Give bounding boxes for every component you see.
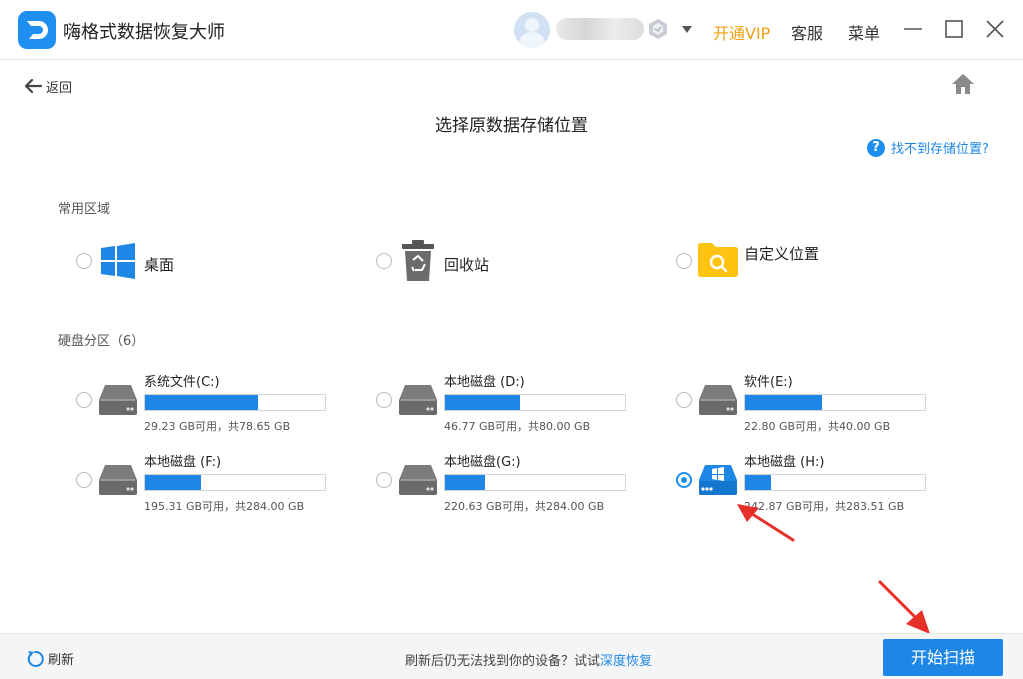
app-logo-icon: [18, 11, 56, 49]
help-link[interactable]: ? 找不到存储位置?: [867, 138, 989, 157]
drive-radio[interactable]: [376, 392, 392, 408]
drive-item[interactable]: 本地磁盘(G:) 220.63 GB可用，共284.00 GB: [376, 451, 656, 513]
recycle-bin-icon: [401, 240, 435, 286]
username-blurred[interactable]: [556, 18, 644, 40]
account-dropdown-icon[interactable]: [682, 26, 692, 33]
drive-name: 本地磁盘 (H:): [744, 455, 825, 470]
deep-recovery-link[interactable]: 深度恢复: [600, 654, 652, 669]
desktop-radio[interactable]: [76, 253, 92, 269]
drive-usage-bar: [744, 394, 926, 411]
drive-name: 本地磁盘 (D:): [444, 375, 525, 390]
footer-bar: 刷新 刷新后仍无法找到你的设备？试试深度恢复 开始扫描: [0, 633, 1023, 679]
drive-name: 本地磁盘 (F:): [144, 455, 222, 470]
minimize-icon[interactable]: [901, 17, 925, 41]
drive-radio[interactable]: [76, 472, 92, 488]
annotation-arrow-icon: [878, 580, 930, 634]
refresh-label: 刷新: [48, 653, 75, 668]
refresh-button[interactable]: 刷新: [26, 649, 74, 668]
customer-service-link[interactable]: 客服: [791, 20, 823, 44]
drive-size: 195.31 GB可用，共284.00 GB: [144, 500, 305, 513]
hard-drive-icon: [98, 384, 138, 420]
recycle-bin-radio[interactable]: [376, 253, 392, 269]
help-link-label: 找不到存储位置?: [891, 142, 989, 157]
drive-usage-fill: [745, 395, 823, 410]
drives-section-label: 硬盘分区（6）: [58, 334, 145, 349]
desktop-label[interactable]: 桌面: [144, 254, 174, 275]
drive-size: 46.77 GB可用，共80.00 GB: [444, 420, 591, 433]
drive-item[interactable]: 本地磁盘 (F:) 195.31 GB可用，共284.00 GB: [76, 451, 356, 513]
folder-search-icon: [697, 242, 739, 282]
drive-usage-fill: [445, 395, 520, 410]
common-section-label: 常用区域: [58, 202, 111, 217]
drive-item[interactable]: 系统文件(C:) 29.23 GB可用，共78.65 GB: [76, 371, 356, 433]
drive-usage-bar: [144, 474, 326, 491]
vip-level-badge-icon: [648, 18, 668, 44]
recycle-bin-label[interactable]: 回收站: [444, 254, 489, 275]
menu-link[interactable]: 菜单: [848, 20, 880, 44]
hard-drive-icon: [398, 464, 438, 500]
hard-drive-icon: [98, 464, 138, 500]
drive-size: 220.63 GB可用，共284.00 GB: [444, 500, 605, 513]
drive-name: 软件(E:): [744, 375, 793, 390]
back-button[interactable]: 返回: [24, 76, 72, 96]
drive-usage-bar: [144, 394, 326, 411]
drive-item[interactable]: 软件(E:) 22.80 GB可用，共40.00 GB: [676, 371, 956, 433]
user-avatar[interactable]: [514, 12, 550, 48]
drive-radio[interactable]: [676, 472, 692, 488]
page-title: 选择原数据存储位置: [435, 116, 588, 136]
annotation-arrow-icon: [737, 504, 795, 542]
open-vip-link[interactable]: 开通VIP: [713, 20, 770, 44]
drive-radio[interactable]: [76, 392, 92, 408]
hard-drive-icon: [398, 384, 438, 420]
hard-drive-icon: [698, 384, 738, 420]
drive-usage-bar: [444, 394, 626, 411]
drive-usage-bar: [444, 474, 626, 491]
drive-item[interactable]: 本地磁盘 (H:) 242.87 GB可用，共283.51 GB: [676, 451, 956, 513]
footer-hint: 刷新后仍无法找到你的设备？试试深度恢复: [405, 650, 652, 669]
app-title: 嗨格式数据恢复大师: [63, 22, 225, 43]
drive-name: 系统文件(C:): [144, 375, 220, 390]
maximize-icon[interactable]: [942, 17, 966, 41]
drive-usage-fill: [145, 395, 259, 410]
windows-drive-icon: [698, 464, 738, 500]
close-icon[interactable]: [983, 17, 1007, 41]
custom-location-label[interactable]: 自定义位置: [744, 243, 819, 264]
footer-hint-text: 刷新后仍无法找到你的设备？试试: [405, 654, 601, 669]
drive-size: 29.23 GB可用，共78.65 GB: [144, 420, 291, 433]
drive-usage-fill: [145, 475, 202, 490]
drive-size: 22.80 GB可用，共40.00 GB: [744, 420, 891, 433]
drive-usage-fill: [745, 475, 771, 490]
drive-usage-bar: [744, 474, 926, 491]
refresh-icon: [27, 650, 44, 667]
custom-location-radio[interactable]: [676, 253, 692, 269]
start-scan-button[interactable]: 开始扫描: [883, 639, 1003, 676]
back-label: 返回: [46, 80, 73, 96]
drive-radio[interactable]: [376, 472, 392, 488]
question-icon: ?: [867, 138, 885, 157]
drive-name: 本地磁盘(G:): [444, 455, 521, 470]
drive-radio[interactable]: [676, 392, 692, 408]
windows-icon: [100, 243, 136, 283]
drive-usage-fill: [445, 475, 486, 490]
drive-item[interactable]: 本地磁盘 (D:) 46.77 GB可用，共80.00 GB: [376, 371, 656, 433]
arrow-left-icon: [24, 78, 42, 94]
title-bar: 嗨格式数据恢复大师 开通VIP 客服 菜单: [0, 0, 1023, 60]
home-icon[interactable]: [951, 73, 975, 99]
